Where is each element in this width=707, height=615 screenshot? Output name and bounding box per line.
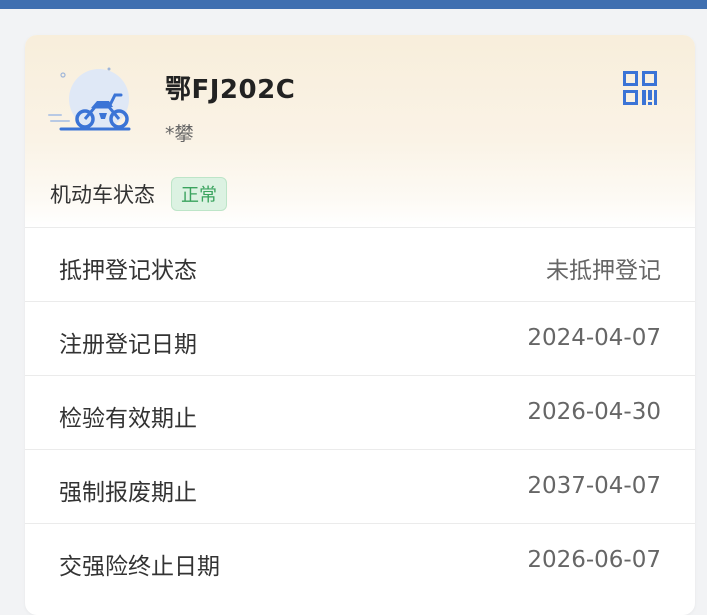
top-bar	[0, 0, 707, 9]
vehicle-details-list: 抵押登记状态 未抵押登记 注册登记日期 2024-04-07 检验有效期止 20…	[25, 227, 695, 597]
detail-row-insurance-expiry: 交强险终止日期 2026-06-07	[25, 523, 695, 597]
detail-value: 2037-04-07	[527, 473, 661, 499]
vehicle-header: 鄂FJ202C *攀 机动车状态 正常	[25, 35, 695, 227]
vehicle-card: 鄂FJ202C *攀 机动车状态 正常 抵押登记状态 未抵押登记 注册登记日期	[25, 35, 695, 615]
status-badge: 正常	[171, 177, 227, 211]
detail-label: 交强险终止日期	[59, 554, 220, 580]
detail-row-registration-date: 注册登记日期 2024-04-07	[25, 301, 695, 375]
detail-value: 2026-04-30	[527, 399, 661, 425]
detail-label: 抵押登记状态	[59, 258, 197, 284]
detail-row-inspection-expiry: 检验有效期止 2026-04-30	[25, 375, 695, 449]
motorcycle-icon	[47, 63, 137, 135]
detail-row-mortgage: 抵押登记状态 未抵押登记	[25, 227, 695, 301]
detail-label: 强制报废期止	[59, 480, 197, 506]
owner-name: *攀	[165, 123, 194, 145]
detail-value: 未抵押登记	[546, 258, 661, 284]
detail-row-scrap-deadline: 强制报废期止 2037-04-07	[25, 449, 695, 523]
license-plate: 鄂FJ202C	[165, 75, 296, 105]
qr-code-icon[interactable]	[623, 71, 657, 105]
detail-value: 2026-06-07	[527, 547, 661, 573]
detail-label: 注册登记日期	[59, 332, 197, 358]
vehicle-status: 机动车状态 正常	[50, 177, 227, 211]
detail-value: 2024-04-07	[527, 325, 661, 351]
detail-label: 检验有效期止	[59, 406, 197, 432]
status-label: 机动车状态	[50, 183, 155, 207]
